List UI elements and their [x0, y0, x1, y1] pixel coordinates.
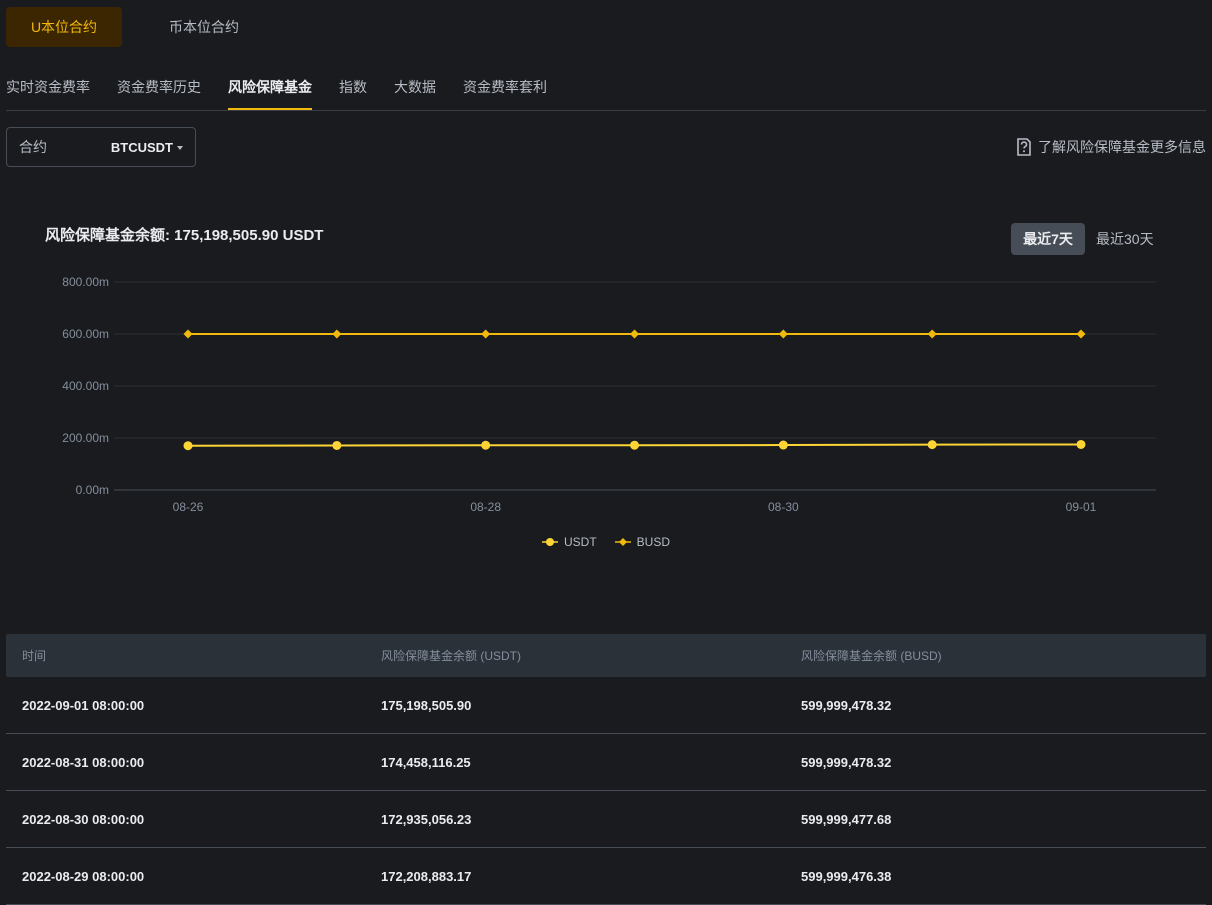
tab-insurance-fund[interactable]: 风险保障基金	[228, 66, 312, 110]
x-tick-label: 08-30	[768, 500, 799, 514]
legend-usdt-label: USDT	[563, 535, 597, 549]
insurance-fund-chart: 0.00m 200.00m 400.00m 600.00m 800.00m 08-26 08…	[62, 275, 1156, 514]
point-busd	[1076, 329, 1086, 339]
point-usdt	[927, 440, 937, 450]
x-tick-label: 08-26	[173, 500, 204, 514]
tab-usdm-futures[interactable]: U本位合约	[6, 7, 122, 47]
cell-balance-busd: 599,999,478.32	[801, 754, 892, 770]
data-sub-tabs: 实时资金费率 资金费率历史 风险保障基金 指数 大数据 资金费率套利	[6, 66, 1206, 111]
point-usdt	[1076, 439, 1086, 449]
header-time: 时间	[22, 649, 47, 663]
legend-item-busd[interactable]: BUSD	[614, 535, 670, 549]
cell-balance-busd: 599,999,477.68	[801, 811, 892, 827]
x-tick-label: 09-01	[1066, 500, 1097, 514]
cell-time: 2022-08-30 08:00:00	[22, 811, 145, 827]
contract-select-label: 合约	[19, 139, 47, 155]
fund-balance-value: 175,198,505.90 USDT	[174, 227, 324, 244]
fund-balance-label: 风险保障基金余额:	[45, 227, 170, 244]
point-usdt	[778, 440, 788, 450]
point-busd	[481, 329, 491, 339]
y-tick-label: 200.00m	[62, 431, 109, 445]
y-tick-label: 0.00m	[76, 483, 109, 497]
cell-balance-usdt: 172,935,056.23	[381, 811, 472, 827]
x-tick-label: 08-28	[470, 500, 501, 514]
y-tick-label: 600.00m	[62, 327, 109, 341]
cell-balance-busd: 599,999,478.32	[801, 697, 892, 713]
y-tick-label: 400.00m	[62, 379, 109, 393]
contract-type-tabs: U本位合约 币本位合约	[6, 7, 264, 47]
cell-balance-usdt: 174,458,116.25	[381, 754, 471, 770]
point-usdt	[183, 441, 193, 451]
contract-select-value: BTCUSDT	[110, 139, 173, 155]
table-row: 2022-08-30 08:00:00 172,935,056.23 599,9…	[6, 791, 1206, 848]
legend-busd-marker-icon	[614, 538, 631, 546]
table-row: 2022-09-01 08:00:00 175,198,505.90 599,9…	[6, 677, 1206, 734]
legend-usdt-marker-icon	[541, 538, 558, 546]
cell-time: 2022-08-31 08:00:00	[22, 754, 145, 770]
chart-legend: USDT BUSD	[0, 535, 1212, 549]
point-busd	[332, 329, 342, 339]
question-doc-icon	[1017, 138, 1031, 156]
contract-select[interactable]: 合约 BTCUSDT	[6, 127, 196, 167]
point-usdt	[481, 440, 491, 450]
legend-busd-label: BUSD	[636, 535, 670, 549]
range-30d-button[interactable]: 最近30天	[1096, 229, 1154, 249]
point-busd	[630, 329, 639, 339]
tab-coinm-futures[interactable]: 币本位合约	[144, 7, 264, 47]
point-usdt	[332, 440, 342, 450]
tab-realtime-funding-rate[interactable]: 实时资金费率	[6, 66, 90, 110]
fund-balance-title: 风险保障基金余额: 175,198,505.90 USDT	[45, 224, 323, 245]
insurance-fund-table: 时间 风险保障基金余额 (USDT) 风险保障基金余额 (BUSD) 2022-…	[6, 634, 1206, 905]
tab-funding-rate-history[interactable]: 资金费率历史	[117, 66, 201, 110]
tab-big-data[interactable]: 大数据	[394, 66, 436, 110]
legend-item-usdt[interactable]: USDT	[541, 535, 597, 549]
point-busd	[778, 329, 788, 339]
range-7d-button[interactable]: 最近7天	[1011, 223, 1085, 255]
cell-balance-usdt: 175,198,505.90	[381, 697, 472, 713]
tab-funding-arbitrage[interactable]: 资金费率套利	[463, 66, 547, 110]
info-link-text: 了解风险保障基金更多信息	[1038, 139, 1206, 155]
cell-time: 2022-09-01 08:00:00	[22, 697, 145, 713]
table-row: 2022-08-29 08:00:00 172,208,883.17 599,9…	[6, 848, 1206, 905]
header-balance-busd: 风险保障基金余额 (BUSD)	[801, 649, 942, 663]
range-selector: 最近7天 最近30天	[1011, 223, 1154, 255]
point-busd	[183, 329, 193, 339]
caret-down-icon	[177, 145, 183, 150]
point-usdt	[630, 440, 639, 450]
header-balance-usdt: 风险保障基金余额 (USDT)	[381, 649, 521, 663]
point-busd	[927, 329, 937, 339]
cell-time: 2022-08-29 08:00:00	[22, 868, 145, 884]
table-row: 2022-08-31 08:00:00 174,458,116.25 599,9…	[6, 734, 1206, 791]
cell-balance-usdt: 172,208,883.17	[381, 868, 472, 884]
y-tick-label: 800.00m	[62, 275, 109, 289]
table-header: 时间 风险保障基金余额 (USDT) 风险保障基金余额 (BUSD)	[6, 634, 1206, 677]
insurance-fund-info-link[interactable]: 了解风险保障基金更多信息	[1016, 137, 1206, 157]
cell-balance-busd: 599,999,476.38	[801, 868, 892, 884]
tab-index[interactable]: 指数	[339, 66, 367, 110]
